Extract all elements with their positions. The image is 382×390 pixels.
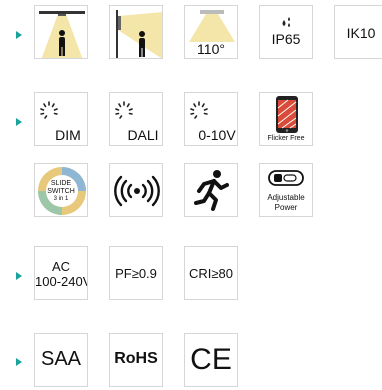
zero-ten-volt-label: 0-10V [198, 127, 236, 143]
ceiling-light-person-icon [39, 11, 85, 58]
wall-light-person-icon [116, 10, 162, 58]
saa-tile: SAA [34, 333, 88, 387]
saa-mark: SAA [40, 348, 82, 370]
sensor-tile [109, 163, 163, 217]
dali-label: DALI [127, 127, 159, 143]
zero-ten-volt-tile: 0-10V [184, 92, 238, 146]
ip-rating-tile: IP65 [259, 5, 313, 59]
impact-rating-label: IK10 [346, 25, 376, 41]
slide-switch-top-label: SLIDE [50, 180, 72, 187]
adjustable-power-tile: Adjustable Power [259, 163, 313, 217]
flicker-free-tile: Flicker Free [259, 92, 313, 146]
ac-voltage-tile: AC 100-240V [34, 246, 88, 300]
power-factor-label: PF≥0.9 [115, 266, 157, 281]
row-4-bullet [16, 272, 22, 280]
flicker-free-label: Flicker Free [267, 135, 305, 142]
ce-tile: CE [184, 333, 238, 387]
rohs-mark: RoHS [114, 350, 158, 367]
running-man-icon [194, 170, 229, 211]
ac-voltage-label: 100-240V [35, 274, 88, 289]
slide-switch-mid-label: SWITCH [47, 188, 75, 195]
cri-tile: CRI≥80 [184, 246, 238, 300]
cri-label: CRI≥80 [189, 266, 233, 281]
slide-switch-tile: SLIDE SWITCH 3 in 1 [34, 163, 88, 217]
row-2-bullet [16, 118, 22, 126]
wall-light-tile [109, 5, 163, 59]
rohs-tile: RoHS [109, 333, 163, 387]
impact-rating-tile: IK10 [334, 5, 382, 59]
dim-label: DIM [55, 127, 81, 143]
ip-rating-label: IP65 [271, 31, 301, 47]
sensor-waves-icon [114, 175, 160, 207]
adjustable-power-label: Adjustable [267, 193, 305, 202]
row-5-bullet [16, 358, 22, 366]
power-factor-tile: PF≥0.9 [109, 246, 163, 300]
slide-switch-bot-label: 3 in 1 [53, 196, 69, 202]
beam-angle-tile: 110° [184, 5, 238, 59]
ac-label: AC [51, 259, 71, 274]
beam-angle-label: 110° [197, 41, 225, 57]
ce-mark: CE [190, 343, 232, 376]
ceiling-light-tile [34, 5, 88, 59]
dim-tile: DIM [34, 92, 88, 146]
adjustable-power-label-2: Power [274, 203, 298, 212]
emergency-exit-tile [184, 163, 238, 217]
dali-tile: DALI [109, 92, 163, 146]
row-1-bullet [16, 31, 22, 39]
